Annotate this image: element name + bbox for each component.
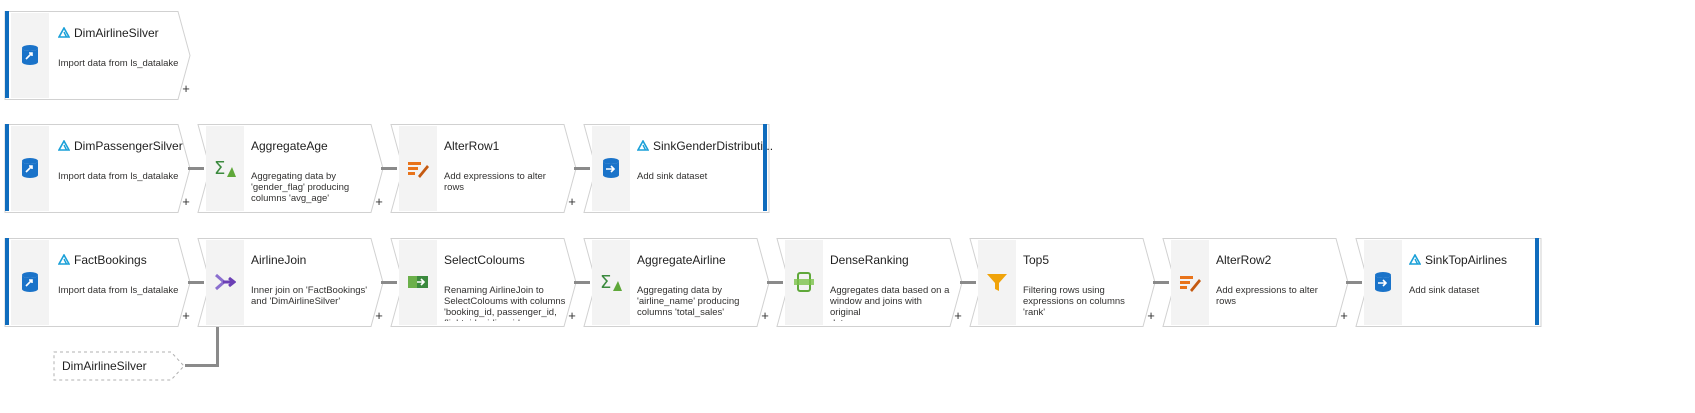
transform-node-aggregateage[interactable]: Σ AggregateAge Aggregating data by 'gend… xyxy=(197,124,393,213)
node-description: Import data from ls_datalake xyxy=(58,58,179,69)
alterrow-icon xyxy=(1179,271,1201,293)
add-transformation-button[interactable]: + xyxy=(374,194,384,209)
node-description: Import data from ls_datalake xyxy=(58,285,179,296)
node-title: DimAirlineSilver xyxy=(58,26,159,40)
sink-icon xyxy=(1372,271,1394,293)
reference-connector-vertical xyxy=(216,327,219,367)
transform-node-dimairlinesilver[interactable]: DimAirlineSilver Import data from ls_dat… xyxy=(4,11,200,100)
reference-stream-label: DimAirlineSilver xyxy=(62,359,147,373)
dataset-icon xyxy=(58,254,70,265)
transform-node-top5[interactable]: Top5 Filtering rows using expressions on… xyxy=(969,238,1165,327)
node-title: AirlineJoin xyxy=(251,253,307,267)
node-description: Add sink dataset xyxy=(637,171,708,182)
transform-node-denseranking[interactable]: DenseRanking Aggregates data based on a … xyxy=(776,238,972,327)
transform-node-alterrow1[interactable]: AlterRow1 Add expressions to alter rows xyxy=(390,124,586,213)
add-transformation-button[interactable]: + xyxy=(567,194,577,209)
add-transformation-button[interactable]: + xyxy=(1339,308,1349,323)
source-icon xyxy=(19,271,41,293)
transform-node-factbookings[interactable]: FactBookings Import data from ls_datalak… xyxy=(4,238,200,327)
node-description: Inner join on 'FactBookings' and 'DimAir… xyxy=(251,285,368,307)
sink-icon xyxy=(600,157,622,179)
reference-connector-horizontal xyxy=(185,364,219,367)
source-icon xyxy=(19,157,41,179)
node-title: AggregateAirline xyxy=(637,253,726,267)
join-icon xyxy=(214,271,237,293)
add-transformation-button[interactable]: + xyxy=(567,308,577,323)
add-transformation-button[interactable]: + xyxy=(181,308,191,323)
node-description: Filtering rows using expressions on colu… xyxy=(1023,285,1125,318)
node-description: Add expressions to alter rows xyxy=(1216,285,1318,307)
node-title: SelectColoums xyxy=(444,253,525,267)
transform-node-aggregateairline[interactable]: Σ AggregateAirline Aggregating data by '… xyxy=(583,238,779,327)
add-transformation-button[interactable]: + xyxy=(181,194,191,209)
node-title: SinkTopAirlines xyxy=(1409,253,1507,267)
transform-node-selectcoloums[interactable]: SelectColoums Renaming AirlineJoin to Se… xyxy=(390,238,586,327)
node-title: Top5 xyxy=(1023,253,1050,267)
add-transformation-button[interactable]: + xyxy=(953,308,963,323)
transform-node-dimpassengersilver[interactable]: DimPassengerSilver Import data from ls_d… xyxy=(4,124,200,213)
add-transformation-button[interactable]: + xyxy=(181,81,191,96)
window-icon xyxy=(793,271,815,293)
node-title: SinkGenderDistributi... xyxy=(637,139,773,153)
node-title: DimPassengerSilver xyxy=(58,139,183,153)
add-transformation-button[interactable]: + xyxy=(760,308,770,323)
add-transformation-button[interactable]: + xyxy=(1146,308,1156,323)
transform-node-sinkgenderdistributi-[interactable]: SinkGenderDistributi... Add sink dataset xyxy=(583,124,779,213)
node-title: AlterRow2 xyxy=(1216,253,1272,267)
source-accent-bar xyxy=(5,238,9,325)
select-icon xyxy=(407,271,429,293)
node-title: DenseRanking xyxy=(830,253,909,267)
source-accent-bar xyxy=(5,124,9,211)
node-description: Aggregating data by 'gender_flag' produc… xyxy=(251,171,350,204)
node-title: AggregateAge xyxy=(251,139,328,153)
dataset-icon xyxy=(637,140,649,151)
transform-node-alterrow2[interactable]: AlterRow2 Add expressions to alter rows xyxy=(1162,238,1358,327)
aggregate-icon: Σ xyxy=(600,271,622,293)
dataset-icon xyxy=(58,27,70,38)
node-description: Aggregating data by 'airline_name' produ… xyxy=(637,285,740,318)
node-description: Import data from ls_datalake xyxy=(58,171,179,182)
source-accent-bar xyxy=(5,11,9,98)
dataset-icon xyxy=(1409,254,1421,265)
svg-text:Σ: Σ xyxy=(214,158,225,179)
aggregate-icon: Σ xyxy=(214,157,236,179)
sink-accent-bar xyxy=(1535,238,1539,325)
source-icon xyxy=(19,44,41,66)
node-description: Aggregates data based on a window and jo… xyxy=(830,285,950,321)
node-title: FactBookings xyxy=(58,253,147,267)
node-description: Add sink dataset xyxy=(1409,285,1480,296)
filter-icon xyxy=(986,271,1008,293)
transform-node-airlinejoin[interactable]: AirlineJoin Inner join on 'FactBookings'… xyxy=(197,238,393,327)
sink-accent-bar xyxy=(763,124,767,211)
node-title: AlterRow1 xyxy=(444,139,500,153)
add-transformation-button[interactable]: + xyxy=(374,308,384,323)
transform-node-sinktopairlines[interactable]: SinkTopAirlines Add sink dataset xyxy=(1355,238,1551,327)
node-description: Renaming AirlineJoin to SelectColoums wi… xyxy=(444,285,566,321)
dataset-icon xyxy=(58,140,70,151)
svg-text:Σ: Σ xyxy=(600,272,611,293)
alterrow-icon xyxy=(407,157,429,179)
node-description: Add expressions to alter rows xyxy=(444,171,546,193)
